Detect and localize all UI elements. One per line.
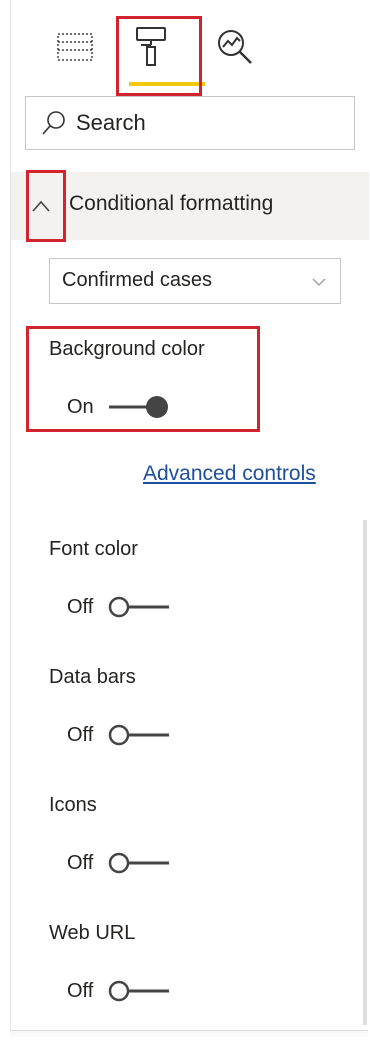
active-tab-indicator	[129, 82, 205, 86]
fields-icon[interactable]	[55, 24, 95, 70]
web-url-label: Web URL	[49, 922, 136, 944]
format-pane: Conditional formatting Confirmed cases B…	[10, 0, 369, 1030]
toggle-state: On	[67, 395, 94, 418]
toggle-state: Off	[67, 595, 94, 618]
chevron-down-icon	[310, 273, 328, 291]
search-icon	[34, 96, 74, 150]
background-color-toggle[interactable]: On	[67, 394, 171, 420]
data-bars-label: Data bars	[49, 666, 136, 688]
data-bars-toggle[interactable]: Off	[67, 722, 171, 748]
scrollbar[interactable]	[363, 520, 367, 1025]
conditional-formatting-header[interactable]: Conditional formatting	[11, 172, 369, 240]
toggle-switch-off-icon	[108, 724, 169, 746]
font-color-toggle[interactable]: Off	[67, 594, 171, 620]
background-color-label: Background color	[49, 338, 205, 360]
toggle-state: Off	[67, 979, 94, 1002]
dropdown-selected-value: Confirmed cases	[62, 269, 213, 291]
icons-toggle[interactable]: Off	[67, 850, 171, 876]
chevron-up-icon[interactable]	[29, 194, 53, 218]
visualizations-tab-bar	[11, 0, 369, 90]
toggle-switch-off-icon	[108, 596, 169, 618]
toggle-state: Off	[67, 723, 94, 746]
toggle-switch-off-icon	[108, 980, 169, 1002]
toggle-switch-off-icon	[108, 852, 169, 874]
icons-label: Icons	[49, 794, 97, 816]
field-dropdown[interactable]: Confirmed cases	[49, 258, 341, 304]
web-url-toggle[interactable]: Off	[67, 978, 171, 1004]
toggle-state: Off	[67, 851, 94, 874]
pane-bottom-edge	[10, 1030, 368, 1037]
section-title: Conditional formatting	[69, 192, 274, 215]
analytics-icon[interactable]	[215, 24, 255, 70]
paint-roller-icon[interactable]	[131, 24, 171, 70]
advanced-controls-link[interactable]: Advanced controls	[143, 462, 316, 486]
toggle-switch-on-icon	[109, 396, 168, 418]
font-color-label: Font color	[49, 538, 138, 560]
search-input[interactable]	[74, 109, 338, 137]
search-box[interactable]	[25, 96, 355, 150]
